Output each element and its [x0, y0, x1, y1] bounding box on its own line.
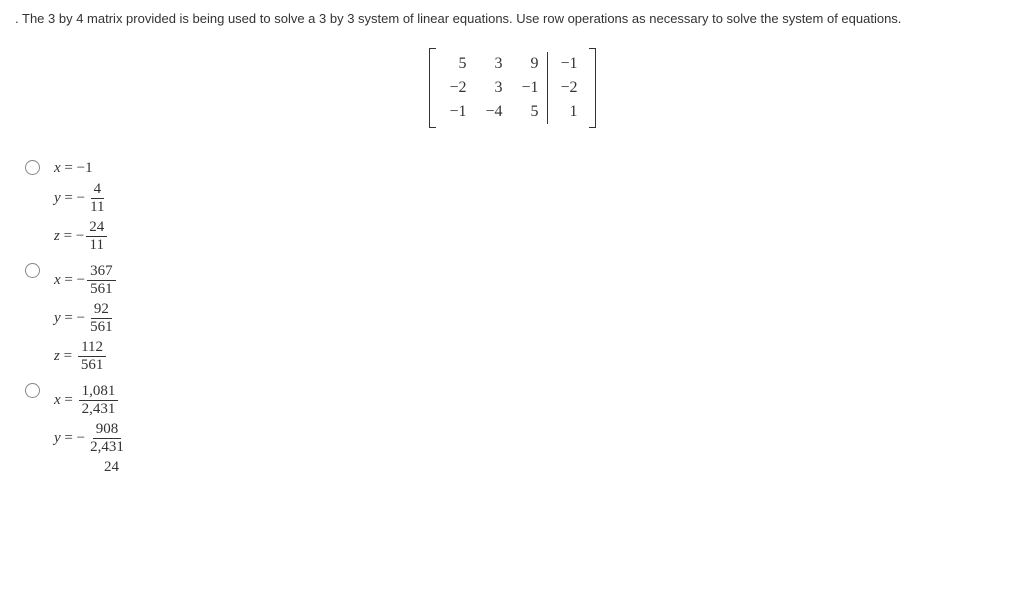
matrix-cell-aug: −2 — [547, 76, 586, 100]
fraction: 24 11 — [86, 219, 107, 253]
matrix-cell-aug: −1 — [547, 52, 586, 76]
answer-content: x = − 367 561 y = − 92 561 z = — [54, 259, 118, 377]
numerator: 4 — [91, 181, 105, 199]
matrix-row: −2 3 −1 −2 — [439, 76, 586, 100]
fraction: 112 561 — [78, 339, 107, 373]
augmented-matrix: 5 3 9 −1 −2 3 −1 −2 −1 −4 5 1 — [429, 48, 596, 128]
equation: x = −1 — [54, 160, 110, 177]
numerator: 24 — [86, 219, 107, 237]
equation: y = − 4 11 — [54, 181, 110, 215]
variable: x — [54, 272, 61, 289]
matrix-cell: −4 — [475, 100, 511, 124]
equation-partial: 24 — [104, 459, 129, 476]
equation: z = 112 561 — [54, 339, 118, 373]
denominator: 11 — [87, 199, 107, 216]
answer-option[interactable]: x = 1,081 2,431 y = − 908 2,431 24 — [25, 379, 1009, 480]
equation: x = − 367 561 — [54, 263, 118, 297]
radio-icon[interactable] — [25, 263, 40, 278]
value: −1 — [77, 160, 93, 177]
question-prompt: . The 3 by 4 matrix provided is being us… — [15, 10, 1009, 28]
radio-icon[interactable] — [25, 383, 40, 398]
matrix-row: −1 −4 5 1 — [439, 100, 586, 124]
equation: x = 1,081 2,431 — [54, 383, 129, 417]
lead-char: . — [15, 11, 19, 26]
variable: x — [54, 392, 61, 409]
neg-sign: − — [77, 430, 85, 447]
matrix-container: 5 3 9 −1 −2 3 −1 −2 −1 −4 5 1 — [15, 48, 1009, 131]
variable: y — [54, 190, 61, 207]
neg-sign: − — [77, 310, 85, 327]
options-list: x = −1 y = − 4 11 z = − 24 11 — [25, 156, 1009, 480]
matrix-row: 5 3 9 −1 — [439, 52, 586, 76]
variable: y — [54, 430, 61, 447]
matrix-cell: −1 — [511, 76, 548, 100]
numerator: 1,081 — [79, 383, 119, 401]
denominator: 11 — [87, 237, 107, 254]
matrix-cell: 9 — [511, 52, 548, 76]
equation: z = − 24 11 — [54, 219, 110, 253]
numerator: 908 — [93, 421, 122, 439]
partial-numerator: 24 — [104, 459, 119, 476]
numerator: 112 — [78, 339, 106, 357]
matrix-cell: 3 — [475, 76, 511, 100]
variable: y — [54, 310, 61, 327]
denominator: 2,431 — [79, 401, 119, 418]
answer-content: x = 1,081 2,431 y = − 908 2,431 24 — [54, 379, 129, 480]
denominator: 2,431 — [87, 439, 127, 456]
prompt-text: The 3 by 4 matrix provided is being used… — [22, 11, 901, 26]
equation: y = − 92 561 — [54, 301, 118, 335]
numerator: 92 — [91, 301, 112, 319]
answer-content: x = −1 y = − 4 11 z = − 24 11 — [54, 156, 110, 257]
neg-sign: − — [76, 228, 84, 245]
denominator: 561 — [87, 281, 116, 298]
fraction: 4 11 — [87, 181, 107, 215]
matrix-cell: 5 — [511, 100, 548, 124]
denominator: 561 — [87, 319, 116, 336]
matrix-cell: −1 — [439, 100, 475, 124]
fraction: 367 561 — [87, 263, 116, 297]
answer-option[interactable]: x = − 367 561 y = − 92 561 z = — [25, 259, 1009, 377]
variable: x — [54, 160, 61, 177]
equation: y = − 908 2,431 — [54, 421, 129, 455]
numerator: 367 — [87, 263, 116, 281]
fraction: 908 2,431 — [87, 421, 127, 455]
answer-option[interactable]: x = −1 y = − 4 11 z = − 24 11 — [25, 156, 1009, 257]
neg-sign: − — [77, 272, 85, 289]
fraction: 1,081 2,431 — [79, 383, 119, 417]
matrix-cell-aug: 1 — [547, 100, 586, 124]
neg-sign: − — [77, 190, 85, 207]
matrix-cell: 5 — [439, 52, 475, 76]
radio-icon[interactable] — [25, 160, 40, 175]
matrix-cell: −2 — [439, 76, 475, 100]
fraction: 92 561 — [87, 301, 116, 335]
denominator: 561 — [78, 357, 107, 374]
matrix-cell: 3 — [475, 52, 511, 76]
